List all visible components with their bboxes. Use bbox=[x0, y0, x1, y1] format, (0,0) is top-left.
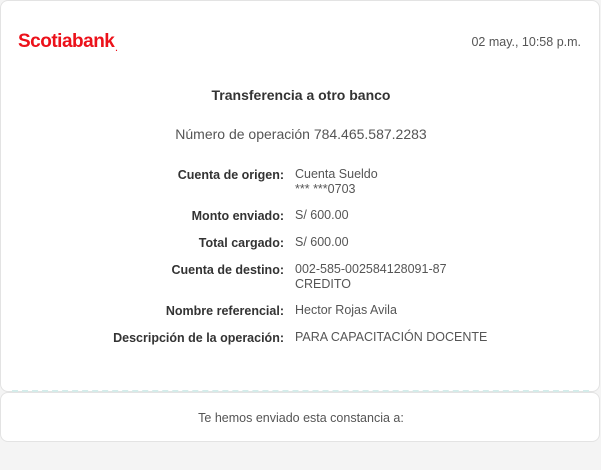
description-value: PARA CAPACITACIÓN DOCENTE bbox=[295, 330, 488, 344]
operation-datetime: 02 may., 10:58 p.m. bbox=[471, 35, 581, 49]
operation-number-label: Número de operación bbox=[175, 126, 310, 142]
operation-number-value: 784.465.587.2283 bbox=[313, 126, 427, 142]
detail-label: Nombre referencial: bbox=[165, 304, 284, 318]
brand-name: Scotiabank bbox=[18, 31, 115, 52]
detail-label: Descripción de la operación: bbox=[113, 331, 284, 345]
detail-value: 002-585-002584128091-87 CREDITO bbox=[295, 262, 447, 292]
amount-sent-value: S/ 600.00 bbox=[295, 208, 349, 222]
destination-account-number: 002-585-002584128091-87 bbox=[295, 262, 447, 276]
destination-account-type: CREDITO bbox=[295, 277, 352, 291]
detail-row-amount-sent: Monto enviado: S/ 600.00 bbox=[1, 208, 601, 224]
scotiabank-logo: Scotiabank. bbox=[18, 31, 118, 53]
detail-value: Cuenta Sueldo *** ***0703 bbox=[295, 167, 378, 197]
operation-number: Número de operación 784.465.587.2283 bbox=[1, 126, 601, 142]
reference-name-value: Hector Rojas Avila bbox=[295, 303, 397, 317]
detail-label: Cuenta de origen: bbox=[177, 168, 284, 182]
detail-row-destination-account: Cuenta de destino: 002-585-002584128091-… bbox=[1, 262, 601, 292]
receipt-details: Cuenta de origen: Cuenta Sueldo *** ***0… bbox=[1, 167, 601, 357]
detail-row-origin-account: Cuenta de origen: Cuenta Sueldo *** ***0… bbox=[1, 167, 601, 197]
sent-confirmation-card: Te hemos enviado esta constancia a: bbox=[0, 392, 600, 442]
brand-mark: . bbox=[115, 44, 118, 53]
detail-row-reference-name: Nombre referencial: Hector Rojas Avila bbox=[1, 303, 601, 319]
dashed-divider bbox=[12, 390, 589, 392]
total-charged-value: S/ 600.00 bbox=[295, 235, 349, 249]
sent-confirmation-text: Te hemos enviado esta constancia a: bbox=[198, 411, 404, 425]
origin-account-name: Cuenta Sueldo bbox=[295, 167, 378, 181]
detail-label: Cuenta de destino: bbox=[171, 263, 284, 277]
receipt-title: Transferencia a otro banco bbox=[211, 87, 391, 103]
detail-row-total-charged: Total cargado: S/ 600.00 bbox=[1, 235, 601, 251]
detail-label: Monto enviado: bbox=[191, 209, 284, 223]
detail-label: Total cargado: bbox=[198, 236, 284, 250]
receipt-card: Scotiabank. 02 may., 10:58 p.m. Transfer… bbox=[0, 0, 600, 392]
detail-row-description: Descripción de la operación: PARA CAPACI… bbox=[1, 330, 601, 346]
origin-account-number: *** ***0703 bbox=[295, 182, 356, 196]
